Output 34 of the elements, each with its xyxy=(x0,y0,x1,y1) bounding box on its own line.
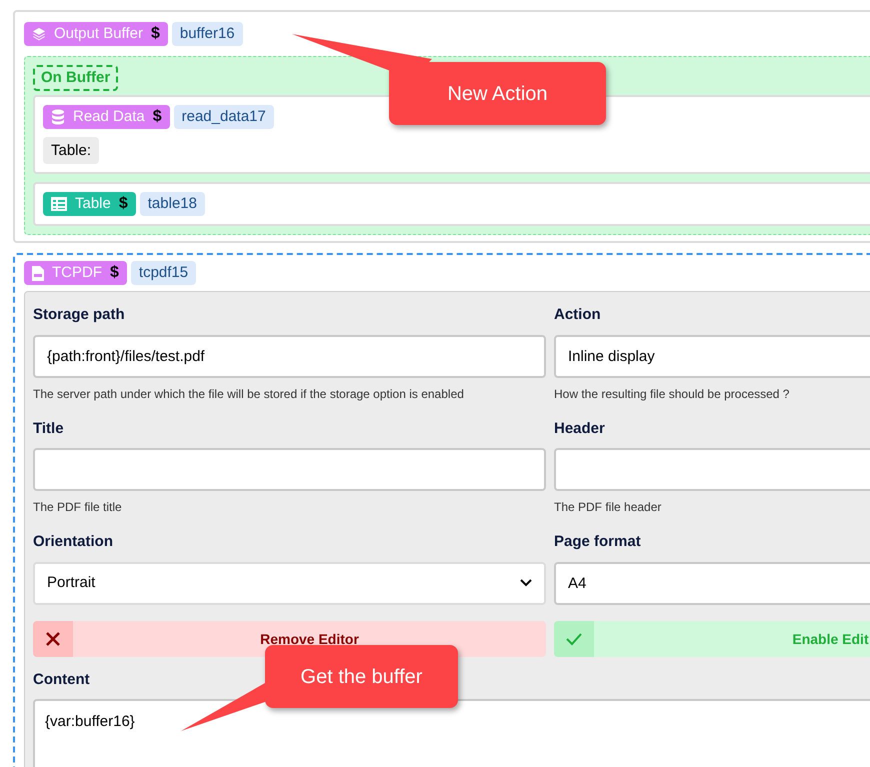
help-text: The PDF file header xyxy=(554,499,662,515)
field-label: Page format xyxy=(554,532,642,552)
block-type-badge[interactable]: Output Buffer $ xyxy=(24,22,168,46)
text-field[interactable]: Inline display xyxy=(554,334,870,378)
check-icon xyxy=(566,632,582,646)
text-field[interactable]: {path:front}/files/test.pdf xyxy=(33,334,546,378)
help-text: The PDF file title xyxy=(33,499,123,515)
block-id-tag[interactable]: tcpdf15 xyxy=(130,261,196,285)
field-label: Table: xyxy=(43,137,100,164)
field-label: Storage path xyxy=(33,305,126,325)
text-field[interactable] xyxy=(33,448,546,491)
help-text: How the resulting file should be processed ? xyxy=(554,386,790,402)
field-label: Title xyxy=(33,418,65,438)
event-label: On Buffer xyxy=(33,65,118,91)
table-icon xyxy=(51,197,67,211)
database-icon xyxy=(51,109,65,125)
pdf-file-icon xyxy=(32,266,44,280)
block-id-tag[interactable]: read_data17 xyxy=(174,105,274,129)
layers-icon xyxy=(32,27,46,41)
text-field[interactable]: A4 xyxy=(554,562,870,604)
block-type-badge[interactable]: Read Data $ xyxy=(43,105,170,129)
help-text: The server path under which the file will be stored if the storage option is enabled xyxy=(33,386,465,402)
close-icon xyxy=(45,630,61,646)
select-field[interactable]: Portrait xyxy=(33,562,546,604)
content-editor[interactable]: {var:buffer16} xyxy=(33,699,870,767)
chevron-down-icon xyxy=(520,579,532,587)
block-type-badge[interactable]: TCPDF $ xyxy=(24,261,127,285)
block-id-tag[interactable]: buffer16 xyxy=(172,22,243,46)
block-id-tag[interactable]: table18 xyxy=(140,192,205,216)
field-label: Orientation xyxy=(33,532,114,552)
field-label: Action xyxy=(554,305,602,325)
field-label: Header xyxy=(554,418,606,438)
field-label: Content xyxy=(33,670,90,690)
block-type-badge[interactable]: Table $ xyxy=(43,192,136,216)
